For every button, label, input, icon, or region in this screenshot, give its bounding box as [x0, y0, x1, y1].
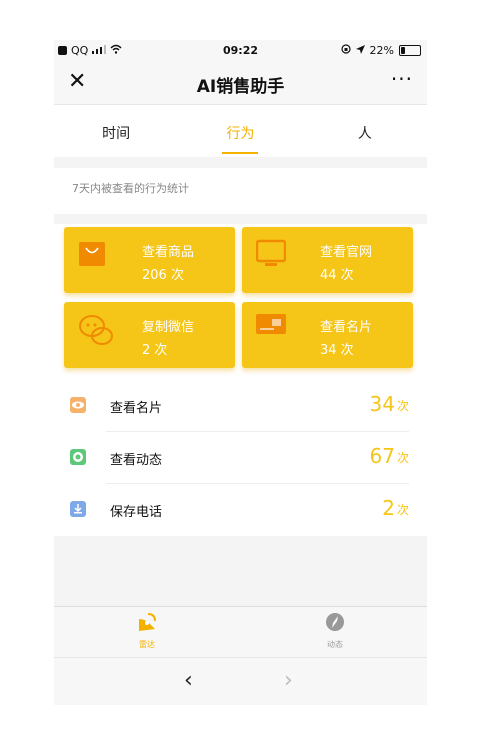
- more-menu-button[interactable]: ···: [391, 67, 413, 91]
- list-item[interactable]: 保存电话 2 次: [54, 484, 427, 536]
- bottom-tab-bar: 雷达 动态: [54, 606, 427, 657]
- shopping-bag-icon: [78, 239, 106, 271]
- nav-bar: ✕ AI销售助手 ···: [54, 62, 427, 105]
- wechat-icon: [78, 314, 114, 352]
- download-icon: [70, 501, 86, 517]
- card-view-website[interactable]: 查看官网 44 次: [242, 227, 413, 293]
- list-item-label: 保存电话: [110, 505, 163, 520]
- monitor-icon: [255, 239, 287, 271]
- forward-button[interactable]: ›: [284, 668, 293, 693]
- stats-list: 查看名片 34 次 查看动态 67 次 保存电话 2 次: [54, 380, 427, 536]
- page-title: AI销售助手: [196, 77, 285, 97]
- list-item[interactable]: 查看名片 34 次: [54, 380, 427, 432]
- radar-icon: [136, 613, 158, 637]
- list-item-unit: 次: [396, 399, 409, 413]
- card-count: 206 次: [142, 268, 184, 283]
- tab-label: 雷达: [139, 640, 155, 649]
- list-item-value: 2: [382, 496, 395, 520]
- card-label: 查看名片: [320, 320, 373, 335]
- card-label: 复制微信: [142, 320, 195, 335]
- card-label: 查看官网: [320, 245, 373, 260]
- section-description: 7天内被查看的行为统计: [54, 168, 427, 214]
- filter-tabs: 时间 行为 人: [54, 105, 427, 157]
- tab-moments[interactable]: 动态: [295, 611, 375, 650]
- aperture-icon: [70, 449, 86, 465]
- list-item-unit: 次: [396, 451, 409, 465]
- phone-screen: QQ 09:22 22% ✕ AI销售助手 ··· 时间 行为 人 7天内被查看…: [54, 40, 427, 705]
- battery-icon: [399, 45, 421, 56]
- browser-toolbar: ‹ ›: [54, 657, 427, 705]
- list-item-unit: 次: [396, 503, 409, 517]
- card-icon: [256, 314, 286, 340]
- card-count: 34 次: [320, 343, 354, 358]
- list-item-value: 34: [369, 392, 395, 416]
- list-item-label: 查看动态: [110, 453, 163, 468]
- eye-icon: [70, 397, 86, 413]
- tab-label: 动态: [327, 640, 343, 649]
- card-view-products[interactable]: 查看商品 206 次: [64, 227, 235, 293]
- stat-cards: 查看商品 206 次 查看官网 44 次 复制微信 2 次 查看名片 34 次: [54, 224, 427, 380]
- card-count: 2 次: [142, 343, 168, 358]
- back-button[interactable]: ‹: [184, 668, 193, 693]
- card-view-business-card[interactable]: 查看名片 34 次: [242, 302, 413, 368]
- battery-fill: [401, 47, 405, 54]
- list-item-value: 67: [369, 444, 395, 468]
- card-count: 44 次: [320, 268, 354, 283]
- tab-radar[interactable]: 雷达: [107, 611, 187, 650]
- card-copy-wechat[interactable]: 复制微信 2 次: [64, 302, 235, 368]
- tab-behavior[interactable]: 行为: [178, 105, 302, 157]
- card-label: 查看商品: [142, 245, 195, 260]
- list-item-label: 查看名片: [110, 401, 163, 416]
- location-icon: [355, 44, 365, 57]
- status-bar: QQ 09:22 22%: [54, 40, 427, 62]
- battery-percent: 22%: [369, 44, 394, 57]
- list-item[interactable]: 查看动态 67 次: [54, 432, 427, 484]
- lock-rotation-icon: [340, 44, 351, 57]
- tab-time[interactable]: 时间: [54, 105, 178, 157]
- compass-icon: [324, 613, 346, 637]
- tab-people[interactable]: 人: [303, 105, 427, 157]
